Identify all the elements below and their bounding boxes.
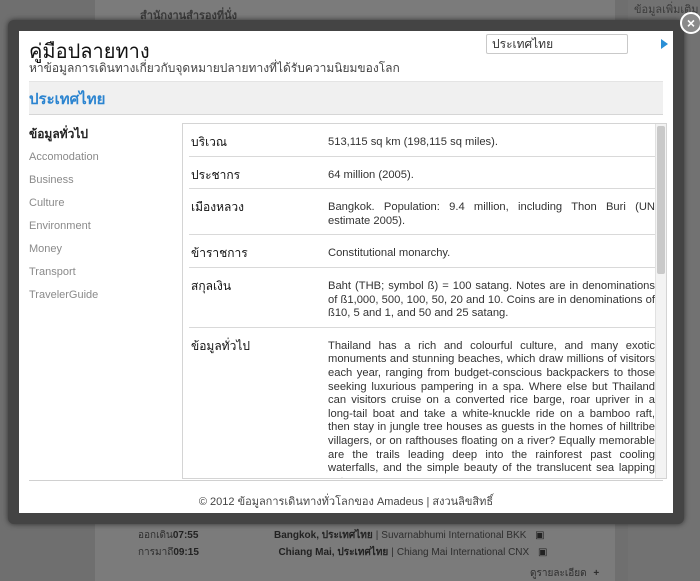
flight-airport: Chiang Mai International CNX	[396, 547, 530, 558]
info-value-government: Constitutional monarchy.	[328, 234, 655, 268]
flight-label: ออกเดิน	[138, 530, 173, 541]
info-value-overview: Thailand has a rich and colourful cultur…	[328, 327, 655, 478]
flight-label: การมาถึ	[138, 547, 174, 558]
info-panel: บริเวณ 513,115 sq km (198,115 sq miles).…	[182, 123, 667, 479]
modal-subtitle: หาข้อมูลการเดินทางเกี่ยวกับจุดหมายปลายทา…	[29, 61, 400, 75]
info-key-area: บริเวณ	[189, 124, 328, 157]
country-title: ประเทศไทย	[29, 91, 106, 108]
nav-item-business[interactable]: Business	[29, 173, 179, 196]
nav-item-culture[interactable]: Culture	[29, 196, 179, 219]
plus-icon: +	[593, 568, 600, 579]
country-header-bar	[29, 82, 663, 115]
nav-item-general-info[interactable]: ข้อมูลทั่วไป	[29, 127, 179, 150]
footer-divider	[29, 480, 663, 481]
flight-time: 09:15	[173, 547, 199, 558]
table-row: ข้าราชการ Constitutional monarchy.	[189, 234, 655, 268]
modal-content: คู่มือปลายทาง หาข้อมูลการเดินทางเกี่ยวกั…	[19, 31, 673, 513]
details-link[interactable]: ดูรายละเอียด +	[530, 566, 599, 581]
info-value-capital: Bangkok. Population: 9.4 million, includ…	[328, 188, 655, 236]
info-table: บริเวณ 513,115 sq km (198,115 sq miles).…	[189, 124, 655, 478]
flight-city: Bangkok, ประเทศไทย	[273, 530, 373, 541]
info-value-area: 513,115 sq km (198,115 sq miles).	[328, 124, 655, 157]
search-go-arrow-icon[interactable]	[661, 39, 668, 49]
close-icon[interactable]: ×	[680, 12, 700, 34]
modal-footer: © 2012 ข้อมูลการเดินทางทั่วโลกของ Amadeu…	[198, 496, 494, 508]
info-key-capital: เมืองหลวง	[189, 188, 328, 236]
table-row: ประชากร 64 million (2005).	[189, 156, 655, 190]
info-value-currency: Baht (THB; symbol ß) = 100 satang. Notes…	[328, 267, 655, 328]
flight-time: 07:55	[172, 530, 199, 541]
table-row: เมืองหลวง Bangkok. Population: 9.4 milli…	[189, 188, 655, 236]
external-link-icon[interactable]: ▣	[535, 530, 544, 541]
flight-airport: Suvarnabhumi International BKK	[381, 530, 527, 541]
guide-nav: ข้อมูลทั่วไป Accomodation Business Cultu…	[29, 127, 179, 311]
info-scrollbar[interactable]	[655, 124, 666, 478]
destination-search-input[interactable]	[486, 34, 628, 54]
table-row: ข้อมูลทั่วไป Thailand has a rich and col…	[189, 327, 655, 478]
info-value-population: 64 million (2005).	[328, 156, 655, 190]
scrollbar-thumb[interactable]	[657, 126, 665, 274]
info-key-government: ข้าราชการ	[189, 234, 328, 268]
flight-city: Chiang Mai, ประเทศไทย	[278, 547, 389, 558]
nav-item-environment[interactable]: Environment	[29, 219, 179, 242]
info-key-population: ประชากร	[189, 156, 328, 190]
destination-guide-modal: คู่มือปลายทาง หาข้อมูลการเดินทางเกี่ยวกั…	[8, 20, 684, 524]
nav-item-money[interactable]: Money	[29, 242, 179, 265]
flight-row-departure: ออกเดิน07:55 Bangkok, ประเทศไทย | Suvarnab…	[138, 530, 545, 541]
flight-row-arrival: การมาถึ09:15 Chiang Mai, ประเทศไทย | Chian…	[138, 547, 548, 558]
info-key-currency: สกุลเงิน	[189, 267, 328, 328]
info-key-overview: ข้อมูลทั่วไป	[189, 327, 328, 478]
external-link-icon[interactable]: ▣	[538, 547, 547, 558]
nav-item-transport[interactable]: Transport	[29, 265, 179, 288]
nav-item-accomodation[interactable]: Accomodation	[29, 150, 179, 173]
table-row: บริเวณ 513,115 sq km (198,115 sq miles).	[189, 124, 655, 157]
nav-item-travelerguide[interactable]: TravelerGuide	[29, 288, 179, 311]
table-row: สกุลเงิน Baht (THB; symbol ß) = 100 sata…	[189, 267, 655, 328]
